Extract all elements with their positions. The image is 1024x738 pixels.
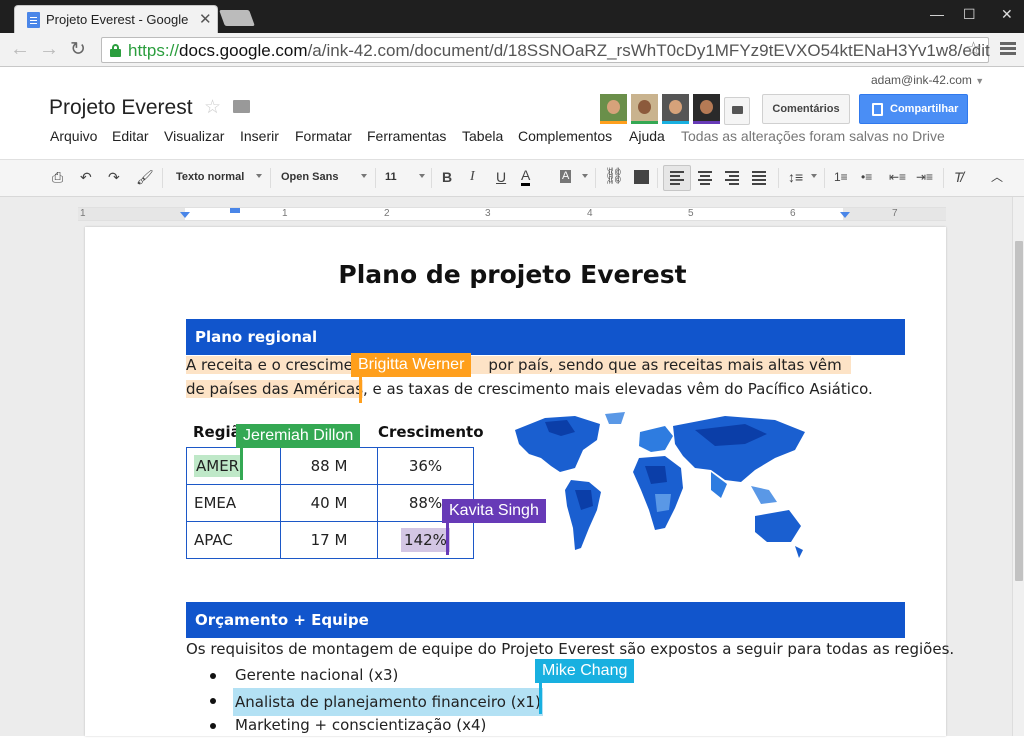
italic-icon[interactable]: I	[470, 168, 475, 186]
comment-icon[interactable]	[634, 170, 649, 184]
reload-icon[interactable]: ↻	[70, 38, 86, 61]
document-title[interactable]: Projeto Everest	[49, 96, 193, 120]
share-icon	[872, 103, 883, 116]
paragraph-line: de países das Américas, e as taxas de cr…	[186, 380, 873, 398]
url-text: https://docs.google.com/a/ink-42.com/doc…	[128, 41, 990, 60]
menu-item-editar[interactable]: Editar	[112, 128, 149, 144]
format-toolbar: ⎙ ↶ ↷ 🖌 Texto normal Open Sans 11 B I U …	[0, 159, 1024, 197]
address-bar[interactable]: https://docs.google.com/a/ink-42.com/doc…	[101, 37, 990, 63]
collaborator-cursor	[359, 377, 362, 403]
menu-item-complementos[interactable]: Complementos	[518, 128, 612, 144]
left-indent-marker[interactable]	[180, 212, 190, 218]
star-icon[interactable]: ☆	[204, 96, 221, 119]
collaborator-flag-jeremiah: Jeremiah Dillon	[236, 424, 361, 448]
text-color-icon[interactable]: A	[521, 168, 531, 186]
font-size-dropdown[interactable]: 11	[385, 171, 397, 183]
print-icon[interactable]: ⎙	[52, 168, 63, 186]
chat-icon[interactable]	[724, 97, 750, 125]
collaborator-cursor	[446, 523, 449, 555]
folder-icon[interactable]	[233, 100, 250, 113]
collaborator-cursor	[240, 448, 243, 480]
table-header-region: Regiã	[193, 423, 241, 441]
paragraph-budget: Os requisitos de montagem de equipe do P…	[186, 640, 955, 658]
comments-button[interactable]: Comentários	[762, 94, 850, 124]
collaborator-flag-mike: Mike Chang	[535, 659, 635, 683]
menu-item-tabela[interactable]: Tabela	[462, 128, 503, 144]
justify-icon[interactable]	[752, 171, 766, 187]
menu-item-ajuda[interactable]: Ajuda	[629, 128, 665, 144]
table-row: EMEA 40 M 88%	[186, 484, 474, 522]
undo-icon[interactable]: ↶	[80, 168, 92, 186]
avatar[interactable]	[662, 94, 689, 124]
right-indent-marker[interactable]	[840, 212, 850, 218]
paragraph-line: A receita e o crescimen por país, sendo …	[186, 356, 852, 374]
lock-icon	[110, 44, 121, 57]
minimize-icon[interactable]: —	[930, 6, 944, 22]
avatar[interactable]	[600, 94, 627, 124]
underline-icon[interactable]: U	[496, 168, 506, 186]
menu-item-arquivo[interactable]: Arquivo	[50, 128, 97, 144]
clear-formatting-icon[interactable]: T̸	[954, 168, 963, 186]
menu-item-ferramentas[interactable]: Ferramentas	[367, 128, 446, 144]
redo-icon[interactable]: ↷	[108, 168, 120, 186]
forward-arrow-icon[interactable]: →	[39, 38, 59, 61]
font-dropdown[interactable]: Open Sans	[281, 171, 338, 183]
highlight-color-icon[interactable]: A	[560, 170, 572, 183]
align-left-icon	[670, 171, 684, 187]
menu-item-inserir[interactable]: Inserir	[240, 128, 279, 144]
close-icon[interactable]: ✕	[199, 10, 212, 28]
vertical-scrollbar[interactable]	[1012, 197, 1024, 736]
chrome-menu-icon[interactable]	[1000, 42, 1016, 56]
avatar[interactable]	[631, 94, 658, 124]
browser-titlebar: Projeto Everest - Google ✕ — ☐ ✕	[0, 0, 1024, 33]
numbered-list-icon[interactable]: 1≡	[834, 168, 848, 186]
table-row: AMER 88 M 36%	[186, 447, 474, 485]
tab-title: Projeto Everest - Google	[46, 12, 189, 27]
paint-format-icon[interactable]: 🖌	[136, 168, 154, 186]
table-row: APAC 17 M 142%	[186, 521, 474, 559]
world-map-image[interactable]	[505, 410, 815, 560]
save-status[interactable]: Todas as alterações foram salvas no Driv…	[681, 128, 945, 144]
collaborator-flag-brigitta: Brigitta Werner	[351, 353, 472, 377]
account-email[interactable]: adam@ink-42.com ▼	[871, 73, 984, 87]
section-heading-regional: Plano regional	[186, 319, 905, 355]
region-table: AMER 88 M 36% EMEA 40 M 88% APAC 17 M 14…	[186, 447, 474, 559]
align-center-icon[interactable]	[698, 171, 712, 187]
maximize-icon[interactable]: ☐	[963, 6, 976, 23]
window-close-icon[interactable]: ✕	[1001, 6, 1013, 23]
new-tab-button[interactable]	[219, 10, 255, 26]
line-spacing-icon[interactable]: ↕≡	[788, 168, 803, 186]
decrease-indent-icon[interactable]: ⇤≡	[889, 168, 906, 186]
document-page[interactable]: Plano de projeto Everest Plano regional …	[85, 227, 954, 736]
collaborator-cursor	[539, 683, 542, 714]
browser-toolbar: ← → ↻ https://docs.google.com/a/ink-42.c…	[0, 33, 1024, 67]
increase-indent-icon[interactable]: ⇥≡	[916, 168, 933, 186]
align-right-icon[interactable]	[725, 171, 739, 187]
back-arrow-icon[interactable]: ←	[10, 38, 30, 61]
section-heading-budget: Orçamento + Equipe	[186, 602, 905, 638]
bulleted-list-icon[interactable]: •≡	[861, 168, 872, 186]
avatar[interactable]	[693, 94, 720, 124]
docs-header: adam@ink-42.com ▼ Projeto Everest ☆ Come…	[0, 67, 1024, 159]
bookmark-star-icon[interactable]: ☆	[965, 38, 982, 61]
docs-icon	[27, 12, 40, 28]
style-dropdown[interactable]: Texto normal	[176, 171, 244, 183]
document-heading: Plano de projeto Everest	[338, 260, 687, 289]
ruler[interactable]: 1 1 2 3 4 5 6 7	[78, 207, 946, 221]
bold-icon[interactable]: B	[442, 168, 452, 186]
browser-tab[interactable]: Projeto Everest - Google ✕	[14, 5, 218, 33]
collapse-toolbar-icon[interactable]: ︿	[991, 168, 1003, 186]
link-icon[interactable]: ⛓	[604, 168, 624, 186]
table-header-growth: Crescimento	[378, 423, 484, 441]
share-button[interactable]: Compartilhar	[859, 94, 968, 124]
scrollbar-thumb[interactable]	[1015, 241, 1023, 581]
first-line-indent-marker[interactable]	[230, 208, 240, 213]
menu-item-formatar[interactable]: Formatar	[295, 128, 352, 144]
menu-item-visualizar[interactable]: Visualizar	[164, 128, 224, 144]
